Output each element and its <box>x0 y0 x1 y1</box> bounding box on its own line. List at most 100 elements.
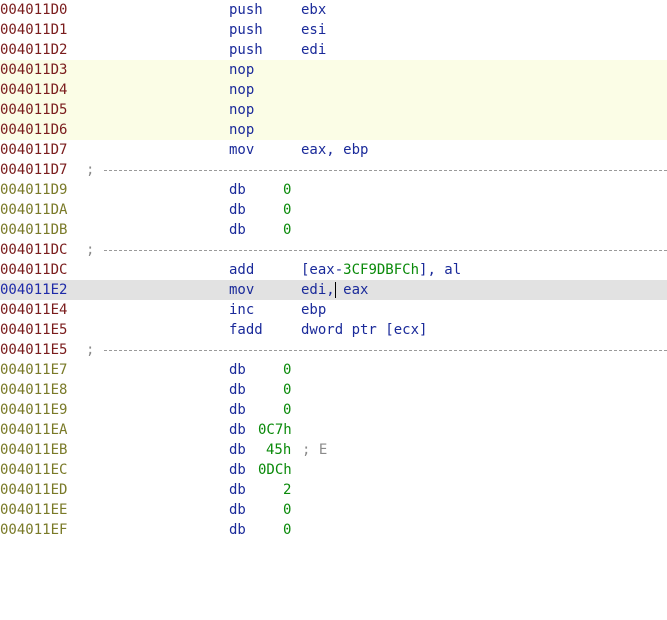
current-line[interactable]: 004011E2 mov edi, eax <box>0 280 667 300</box>
db-value: 0 <box>283 402 292 418</box>
address: 004011EB <box>0 442 68 458</box>
address: 004011D7 <box>0 142 68 158</box>
disassembly-listing[interactable]: 004011D0 push ebx 004011D1 push esi 0040… <box>0 0 667 538</box>
operands: edi <box>301 42 327 58</box>
address: 004011E9 <box>0 402 68 418</box>
db-value: 0 <box>283 382 292 398</box>
address: 004011D5 <box>0 102 68 118</box>
mnemonic: add <box>229 262 255 278</box>
code-line-highlighted[interactable]: 004011D3 nop <box>0 60 667 80</box>
separator-line[interactable]: 004011E5 ; <box>0 340 667 360</box>
code-line[interactable]: 004011DC add [eax-3CF9DBFCh], al <box>0 260 667 280</box>
mnemonic: push <box>229 22 263 38</box>
mnemonic: push <box>229 2 263 18</box>
db-value: 0 <box>283 502 292 518</box>
data-line[interactable]: 004011EE db 0 <box>0 500 667 520</box>
address: 004011D6 <box>0 122 68 138</box>
address: 004011E5 <box>0 322 68 338</box>
operands: [eax-3CF9DBFCh], al <box>301 260 461 280</box>
db-value: 2 <box>283 482 292 498</box>
mnemonic: db <box>229 362 246 378</box>
address: 004011DA <box>0 202 68 218</box>
comment: ; E <box>302 442 328 458</box>
operand-suffix: ], al <box>419 262 462 278</box>
code-line-highlighted[interactable]: 004011D4 nop <box>0 80 667 100</box>
data-line[interactable]: 004011E9 db 0 <box>0 400 667 420</box>
db-value: 0 <box>283 362 292 378</box>
db-value: 0DCh <box>258 462 292 478</box>
address: 004011E5 <box>0 342 68 358</box>
mnemonic: push <box>229 42 263 58</box>
mnemonic: db <box>229 422 246 438</box>
db-value: 45h <box>266 442 292 458</box>
mnemonic: fadd <box>229 322 263 338</box>
address: 004011EA <box>0 422 68 438</box>
data-line[interactable]: 004011EA db 0C7h <box>0 420 667 440</box>
address: 004011DC <box>0 242 68 258</box>
address: 004011E7 <box>0 362 68 378</box>
data-line[interactable]: 004011E7 db 0 <box>0 360 667 380</box>
separator-dashes <box>104 250 667 251</box>
address: 004011D0 <box>0 2 68 18</box>
data-line[interactable]: 004011EB db 45h ; E <box>0 440 667 460</box>
code-line[interactable]: 004011D0 push ebx <box>0 0 667 20</box>
mnemonic: nop <box>229 122 255 138</box>
mnemonic: db <box>229 462 246 478</box>
code-line[interactable]: 004011D7 mov eax, ebp <box>0 140 667 160</box>
data-line[interactable]: 004011E8 db 0 <box>0 380 667 400</box>
code-line-highlighted[interactable]: 004011D5 nop <box>0 100 667 120</box>
address: 004011ED <box>0 482 68 498</box>
data-line[interactable]: 004011DB db 0 <box>0 220 667 240</box>
address: 004011D7 <box>0 162 68 178</box>
address: 004011E8 <box>0 382 68 398</box>
mnemonic: db <box>229 202 246 218</box>
db-value: 0C7h <box>258 422 292 438</box>
mnemonic: db <box>229 382 246 398</box>
operands: esi <box>301 22 327 38</box>
operands: eax, ebp <box>301 142 369 158</box>
address: 004011DB <box>0 222 68 238</box>
operand-prefix: [eax- <box>301 262 344 278</box>
separator-dashes <box>104 350 667 351</box>
current-address: 004011E2 <box>0 282 68 298</box>
text-cursor <box>335 282 336 298</box>
mnemonic: db <box>229 182 246 198</box>
separator-semicolon: ; <box>86 162 95 178</box>
address: 004011D3 <box>0 62 68 78</box>
mnemonic: db <box>229 222 246 238</box>
data-line[interactable]: 004011DA db 0 <box>0 200 667 220</box>
mnemonic: nop <box>229 102 255 118</box>
separator-line[interactable]: 004011D7 ; <box>0 160 667 180</box>
code-line-highlighted[interactable]: 004011D6 nop <box>0 120 667 140</box>
code-line[interactable]: 004011D2 push edi <box>0 40 667 60</box>
mnemonic: db <box>229 502 246 518</box>
data-line[interactable]: 004011D9 db 0 <box>0 180 667 200</box>
mnemonic: inc <box>229 302 255 318</box>
mnemonic: db <box>229 522 246 538</box>
separator-semicolon: ; <box>86 242 95 258</box>
code-line[interactable]: 004011E4 inc ebp <box>0 300 667 320</box>
separator-semicolon: ; <box>86 342 95 358</box>
db-value: 0 <box>283 222 292 238</box>
address: 004011EF <box>0 522 68 538</box>
code-line[interactable]: 004011D1 push esi <box>0 20 667 40</box>
mnemonic: mov <box>229 282 255 298</box>
address: 004011EE <box>0 502 68 518</box>
data-line[interactable]: 004011ED db 2 <box>0 480 667 500</box>
separator-dashes <box>104 170 667 171</box>
address: 004011D4 <box>0 82 68 98</box>
operands: ebp <box>301 302 327 318</box>
data-line[interactable]: 004011EF db 0 <box>0 520 667 540</box>
mnemonic: db <box>229 442 246 458</box>
data-line[interactable]: 004011EC db 0DCh <box>0 460 667 480</box>
mnemonic: nop <box>229 82 255 98</box>
mnemonic: mov <box>229 142 255 158</box>
separator-line[interactable]: 004011DC ; <box>0 240 667 260</box>
mnemonic: nop <box>229 62 255 78</box>
address: 004011D9 <box>0 182 68 198</box>
code-line[interactable]: 004011E5 fadd dword ptr [ecx] <box>0 320 667 340</box>
mnemonic: db <box>229 402 246 418</box>
operands: dword ptr [ecx] <box>301 322 428 338</box>
operands: ebx <box>301 2 327 18</box>
address: 004011EC <box>0 462 68 478</box>
